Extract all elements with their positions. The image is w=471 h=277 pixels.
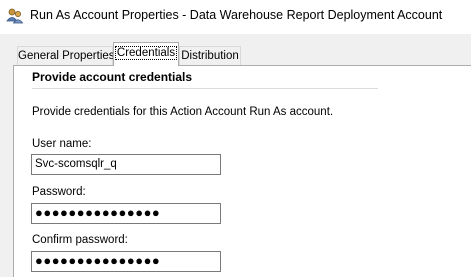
tab-general-properties[interactable]: General Properties [17, 46, 115, 65]
tab-distribution[interactable]: Distribution [179, 46, 241, 65]
properties-window: Run As Account Properties - Data Warehou… [0, 0, 471, 277]
tab-label: General Properties [18, 50, 115, 62]
confirm-password-label: Confirm password: [32, 234, 128, 246]
tab-label: Credentials [114, 46, 178, 60]
username-field[interactable]: Svc-scomsqlr_q [31, 154, 221, 175]
title-bar[interactable]: Run As Account Properties - Data Warehou… [0, 0, 471, 34]
section-divider [32, 88, 378, 89]
credentials-panel: Provide account credentials Provide cred… [13, 65, 471, 277]
section-header: Provide account credentials [32, 70, 193, 84]
password-label: Password: [32, 186, 86, 198]
description-text: Provide credentials for this Action Acco… [32, 106, 334, 118]
tab-credentials[interactable]: Credentials [113, 42, 179, 66]
run-as-account-icon [6, 7, 24, 25]
username-label: User name: [32, 138, 92, 150]
confirm-password-field[interactable]: ●●●●●●●●●●●●●●● [31, 251, 221, 272]
password-field[interactable]: ●●●●●●●●●●●●●●● [31, 203, 221, 224]
dialog-client-area: General Properties Credentials Distribut… [0, 34, 471, 277]
window-title: Run As Account Properties - Data Warehou… [30, 8, 443, 22]
tab-label: Distribution [181, 50, 239, 62]
